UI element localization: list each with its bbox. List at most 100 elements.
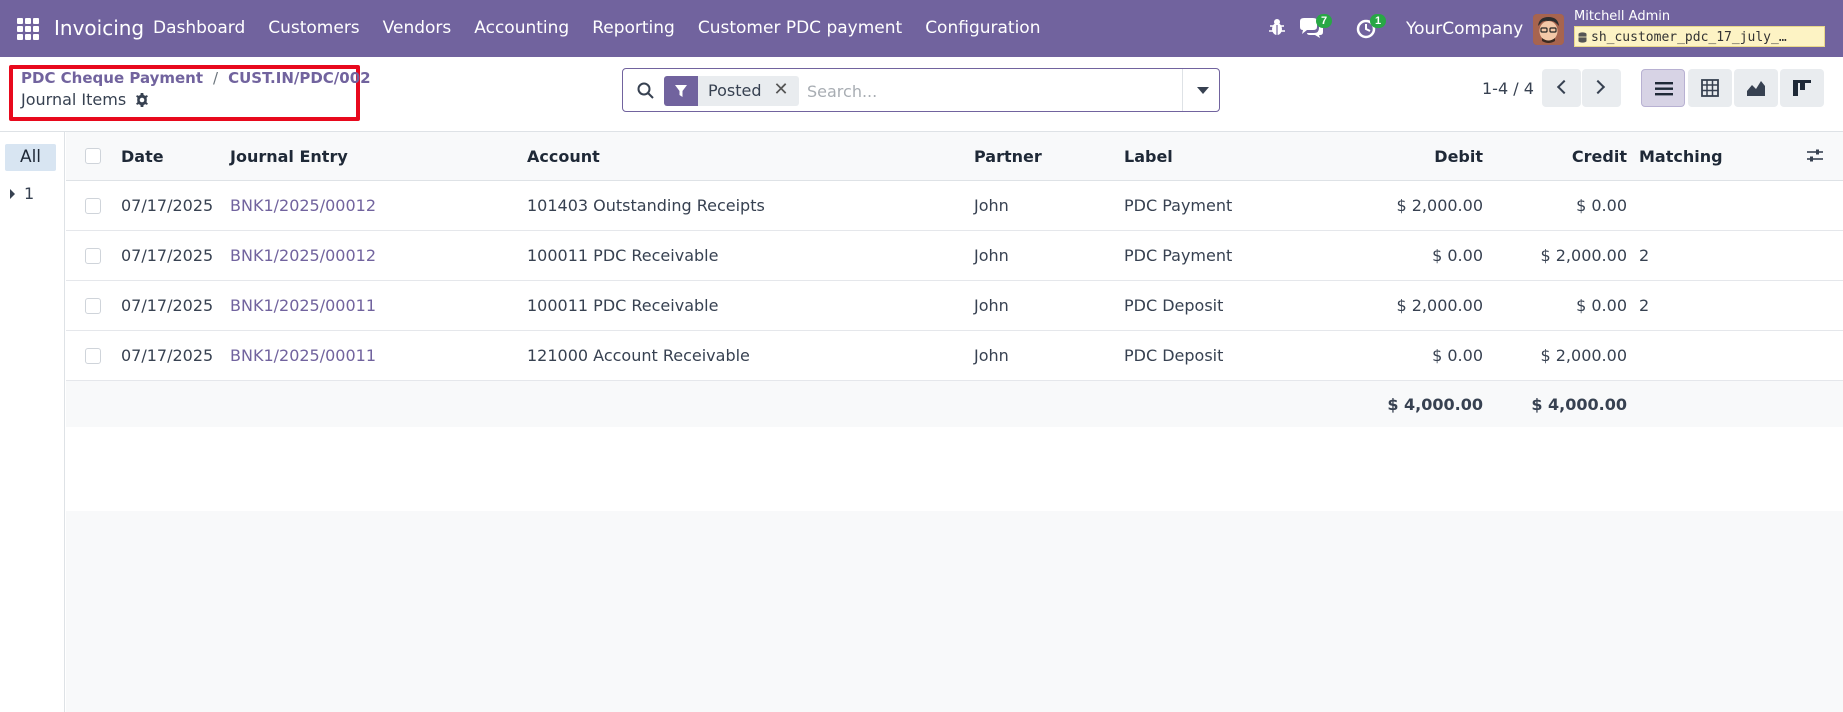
search-facet-posted: Posted ✕ xyxy=(664,76,799,106)
view-switch-graph[interactable] xyxy=(1734,69,1778,107)
user-name[interactable]: Mitchell Admin xyxy=(1574,9,1670,24)
sidebar-item-all[interactable]: All xyxy=(5,144,56,171)
facet-close-icon[interactable]: ✕ xyxy=(771,76,799,106)
main-menu: Dashboard Customers Vendors Accounting R… xyxy=(153,18,1063,38)
menu-item-accounting[interactable]: Accounting xyxy=(474,18,569,38)
breadcrumb-item-pdc-cheque-payment[interactable]: PDC Cheque Payment xyxy=(21,69,203,87)
cell-journal-entry[interactable]: BNK1/2025/00012 xyxy=(230,231,376,280)
search-icon[interactable] xyxy=(636,81,655,100)
database-icon xyxy=(1578,31,1587,43)
avatar[interactable] xyxy=(1533,14,1564,45)
page-title-text: Journal Items xyxy=(21,90,127,109)
cell-account: 100011 PDC Receivable xyxy=(527,296,719,315)
view-switch-pivot[interactable] xyxy=(1688,69,1732,107)
cell-label: PDC Deposit xyxy=(1124,346,1224,365)
table-row[interactable]: 07/17/2025 BNK1/2025/00011 121000 Accoun… xyxy=(66,331,1843,381)
cell-label: PDC Payment xyxy=(1124,196,1233,215)
cell-date: 07/17/2025 xyxy=(121,196,214,215)
page-title: Journal Items xyxy=(21,90,150,109)
cell-account: 100011 PDC Receivable xyxy=(527,246,719,265)
column-header-debit[interactable]: Debit xyxy=(1316,132,1483,180)
search-options-toggle[interactable] xyxy=(1182,69,1220,111)
filter-icon xyxy=(664,76,698,106)
column-header-credit[interactable]: Credit xyxy=(1496,132,1627,180)
sidebar-group-label: 1 xyxy=(24,184,35,203)
column-header-account[interactable]: Account xyxy=(527,132,600,180)
column-header-label[interactable]: Label xyxy=(1124,132,1173,180)
database-badge: sh_customer_pdc_17_july_… xyxy=(1574,26,1825,47)
cell-credit: $ 2,000.00 xyxy=(1540,346,1627,365)
column-header-journal-entry[interactable]: Journal Entry xyxy=(230,132,348,180)
cell-journal-entry[interactable]: BNK1/2025/00011 xyxy=(230,331,376,380)
bug-icon[interactable] xyxy=(1268,17,1286,37)
menu-item-vendors[interactable]: Vendors xyxy=(383,18,452,38)
facet-label: Posted xyxy=(698,76,772,106)
menu-item-reporting[interactable]: Reporting xyxy=(592,18,675,38)
view-switch-kanban[interactable] xyxy=(1780,69,1824,107)
cell-partner: John xyxy=(974,296,1009,315)
menu-item-configuration[interactable]: Configuration xyxy=(925,18,1040,38)
chat-count-badge: 7 xyxy=(1316,14,1333,28)
breadcrumb-item-pdc-record[interactable]: CUST.IN/PDC/002 xyxy=(228,69,371,87)
cell-date: 07/17/2025 xyxy=(121,346,214,365)
cell-matching: 2 xyxy=(1639,246,1650,265)
database-name: sh_customer_pdc_17_july_… xyxy=(1591,29,1787,45)
row-checkbox[interactable] xyxy=(85,247,101,264)
cell-partner: John xyxy=(974,346,1009,365)
search-input[interactable] xyxy=(807,79,1117,103)
cell-debit: $ 2,000.00 xyxy=(1396,196,1483,215)
breadcrumb: PDC Cheque Payment / CUST.IN/PDC/002 xyxy=(21,69,371,87)
pager-next-button[interactable] xyxy=(1582,69,1621,107)
column-header-date[interactable]: Date xyxy=(121,132,164,180)
column-header-partner[interactable]: Partner xyxy=(974,132,1042,180)
group-sidebar: All 1 xyxy=(0,132,65,712)
cell-journal-entry[interactable]: BNK1/2025/00012 xyxy=(230,181,376,230)
pager-value[interactable]: 1-4 / 4 xyxy=(1482,79,1534,98)
cell-label: PDC Deposit xyxy=(1124,296,1224,315)
menu-item-customers[interactable]: Customers xyxy=(268,18,359,38)
table-row[interactable]: 07/17/2025 BNK1/2025/00012 100011 PDC Re… xyxy=(66,231,1843,281)
column-header-matching[interactable]: Matching xyxy=(1639,132,1723,180)
row-checkbox[interactable] xyxy=(85,297,101,314)
app-name[interactable]: Invoicing xyxy=(54,16,144,40)
total-credit: $ 4,000.00 xyxy=(1531,394,1627,414)
total-debit: $ 4,000.00 xyxy=(1387,394,1483,414)
cell-debit: $ 0.00 xyxy=(1432,246,1483,265)
chevron-left-icon xyxy=(1556,79,1572,95)
top-navbar: Invoicing Dashboard Customers Vendors Ac… xyxy=(0,0,1843,57)
apps-menu-icon[interactable] xyxy=(17,18,39,40)
table-row[interactable]: 07/17/2025 BNK1/2025/00012 101403 Outsta… xyxy=(66,181,1843,231)
menu-item-customer-pdc-payment[interactable]: Customer PDC payment xyxy=(698,18,902,38)
list-view-icon xyxy=(1655,82,1673,96)
cell-partner: John xyxy=(974,196,1009,215)
select-all-checkbox[interactable] xyxy=(85,148,101,164)
row-checkbox[interactable] xyxy=(85,347,101,364)
cell-journal-entry[interactable]: BNK1/2025/00011 xyxy=(230,281,376,330)
list-empty-area xyxy=(66,511,1843,712)
sidebar-item-group[interactable]: 1 xyxy=(10,184,34,203)
cell-credit: $ 2,000.00 xyxy=(1540,246,1627,265)
breadcrumb-separator: / xyxy=(213,69,219,87)
menu-item-dashboard[interactable]: Dashboard xyxy=(153,18,245,38)
cell-partner: John xyxy=(974,246,1009,265)
cell-credit: $ 0.00 xyxy=(1576,296,1627,315)
gear-icon[interactable] xyxy=(134,92,150,108)
cell-debit: $ 2,000.00 xyxy=(1396,296,1483,315)
cell-label: PDC Payment xyxy=(1124,246,1233,265)
table-row[interactable]: 07/17/2025 BNK1/2025/00011 100011 PDC Re… xyxy=(66,281,1843,331)
row-checkbox[interactable] xyxy=(85,197,101,214)
pager-previous-button[interactable] xyxy=(1542,69,1581,107)
cell-debit: $ 0.00 xyxy=(1432,346,1483,365)
table-header: Date Journal Entry Account Partner Label… xyxy=(66,132,1843,181)
company-switcher[interactable]: YourCompany xyxy=(1406,19,1523,39)
cell-credit: $ 0.00 xyxy=(1576,196,1627,215)
view-switch-list[interactable] xyxy=(1641,69,1685,107)
cell-account: 121000 Account Receivable xyxy=(527,346,750,365)
cell-date: 07/17/2025 xyxy=(121,246,214,265)
pivot-view-icon xyxy=(1701,79,1719,97)
caret-right-icon xyxy=(10,188,15,199)
graph-view-icon xyxy=(1747,81,1765,96)
totals-row: $ 4,000.00 $ 4,000.00 xyxy=(66,381,1843,427)
kanban-view-icon xyxy=(1793,80,1811,96)
optional-columns-icon[interactable] xyxy=(1806,149,1824,163)
